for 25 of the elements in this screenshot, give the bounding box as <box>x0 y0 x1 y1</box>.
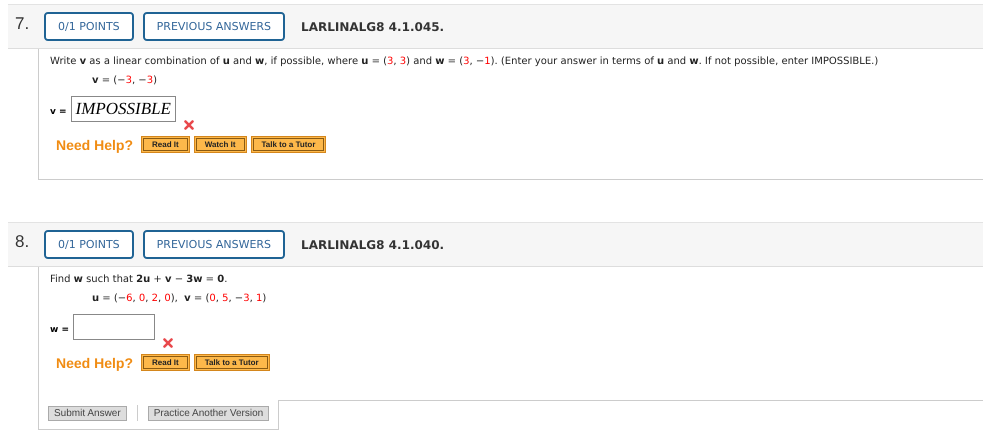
submit-button[interactable]: Submit Answer <box>48 406 127 420</box>
answer-label: v = <box>50 107 67 117</box>
help-button[interactable]: Read It <box>141 354 190 371</box>
answer-field[interactable] <box>73 314 155 340</box>
given-vectors: v = (−3, −3) <box>92 75 158 86</box>
question-number: 8. <box>15 232 30 252</box>
previous-answers-button[interactable]: PREVIOUS ANSWERS <box>142 12 286 41</box>
question-text: Find w such that 2u + v − 3w = 0. <box>50 274 228 285</box>
answer-field[interactable]: IMPOSSIBLE <box>70 96 176 122</box>
need-help-label: Need Help? <box>56 354 134 370</box>
points-button[interactable]: 0/1 POINTS <box>44 12 134 41</box>
problem-code: LARLINALG8 4.1.045. <box>301 20 444 34</box>
question-text: Write v as a linear combination of u and w, if possible, where u = (3, 3) and w = (3, −1). (Enter your answer in terms of u and w. If not possible, enter IMPOSSIBLE.) <box>50 56 880 67</box>
need-help-label: Need Help? <box>56 136 134 152</box>
given-vectors: u = (−6, 0, 2, 0), v = (0, 5, −3, 1) <box>92 293 268 304</box>
help-button[interactable]: Talk to a Tutor <box>194 354 270 371</box>
help-button[interactable]: Read It <box>141 136 190 153</box>
problem-code: LARLINALG8 4.1.040. <box>301 238 444 252</box>
points-button[interactable]: 0/1 POINTS <box>44 230 134 259</box>
practice-button[interactable]: Practice Another Version <box>148 406 270 420</box>
previous-answers-button[interactable]: PREVIOUS ANSWERS <box>142 230 286 259</box>
help-button[interactable]: Talk to a Tutor <box>250 136 326 153</box>
answer-label: w = <box>50 325 69 335</box>
question-number: 7. <box>15 14 30 34</box>
help-button[interactable]: Watch It <box>194 136 246 153</box>
